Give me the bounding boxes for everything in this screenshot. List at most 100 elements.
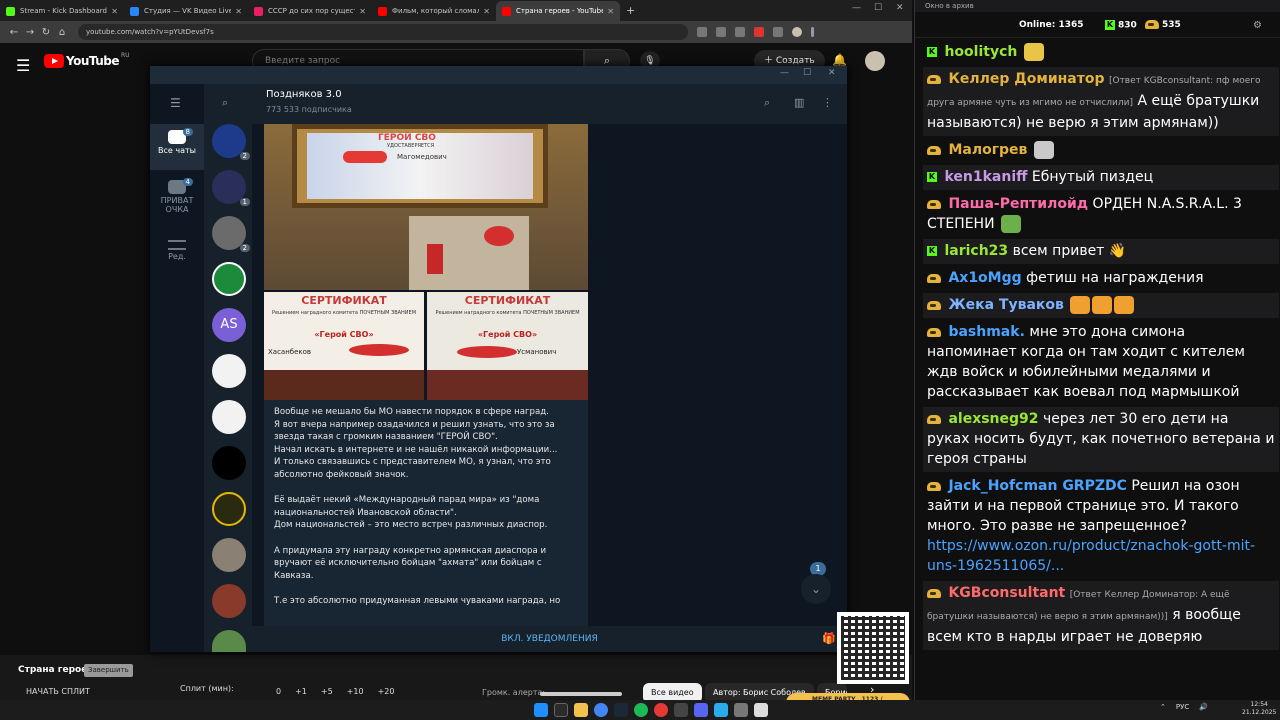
clock[interactable]: 12:54 21.12.2025: [1242, 701, 1276, 717]
folder-all-chats[interactable]: 8 Все чаты: [150, 124, 204, 170]
chat-avatar[interactable]: [212, 262, 246, 296]
tab-favicon-icon: [502, 6, 511, 16]
alert-volume-slider[interactable]: [540, 692, 622, 696]
chat-avatar[interactable]: [212, 584, 246, 618]
chat-avatar[interactable]: 1: [212, 170, 250, 206]
folder-icon[interactable]: [574, 703, 588, 717]
chat-username[interactable]: hoolitych: [944, 44, 1017, 60]
split-option[interactable]: +10: [347, 687, 364, 696]
reload-icon[interactable]: ↻: [38, 27, 54, 38]
close-icon[interactable]: ✕: [607, 7, 614, 16]
maximize-icon[interactable]: ☐: [874, 3, 882, 13]
more-icon[interactable]: ⋮: [822, 96, 833, 109]
chat-username[interactable]: Паша-Рептилойд: [948, 196, 1088, 212]
url-field[interactable]: youtube.com/watch?v=pYUtDevsf7s: [78, 24, 688, 40]
finish-button[interactable]: Завершить: [84, 664, 133, 677]
chat-username[interactable]: KGBconsultant: [948, 585, 1065, 601]
chat-link[interactable]: https://www.ozon.ru/product/znachok-gott…: [927, 538, 1255, 574]
close-icon[interactable]: ✕: [828, 68, 836, 78]
chat-username[interactable]: Жека Туваков: [948, 297, 1063, 313]
search-icon[interactable]: [554, 703, 568, 717]
avatar[interactable]: [865, 51, 885, 71]
bell-icon[interactable]: 🔔: [832, 53, 847, 67]
minimize-icon[interactable]: —: [780, 68, 789, 78]
chat-avatar[interactable]: [212, 354, 246, 388]
chat-username[interactable]: larich23: [944, 243, 1008, 259]
certificate-sub: УДОСТАВЕРЯЕТСЯ: [387, 143, 435, 149]
chat-username[interactable]: alexsneg92: [948, 411, 1038, 427]
home-icon[interactable]: ⌂: [54, 27, 70, 38]
browser-tab[interactable]: СССР до сих пор существует / ✕: [248, 1, 372, 21]
maximize-icon[interactable]: ☐: [803, 68, 811, 78]
gift-icon[interactable]: 🎁: [822, 632, 836, 645]
search-icon[interactable]: ⌕: [222, 96, 228, 110]
app-icon[interactable]: [754, 703, 768, 717]
browser-tab[interactable]: Студия — VK Видео Live ✕: [124, 1, 248, 21]
app-icon[interactable]: [674, 703, 688, 717]
chat-avatar-initials[interactable]: AS: [212, 308, 246, 342]
extension-icon[interactable]: [754, 27, 764, 37]
volume-icon[interactable]: 🔊: [1199, 703, 1208, 711]
chevron-up-icon[interactable]: ⌃: [1160, 703, 1166, 711]
browser-tab[interactable]: Страна героев - YouTube ✕: [496, 1, 620, 21]
extension-icon[interactable]: [716, 27, 726, 37]
close-icon[interactable]: ✕: [896, 3, 904, 13]
close-icon[interactable]: ✕: [111, 7, 118, 16]
chat-avatar[interactable]: 2: [212, 216, 250, 252]
chat-avatar[interactable]: [212, 446, 246, 480]
channel-header[interactable]: Поздняков 3.0 773 533 подписчика ⌕ ▥ ⋮: [252, 84, 847, 124]
split-start-button[interactable]: НАЧАТЬ СПЛИТ: [26, 687, 90, 696]
chat-username[interactable]: Ax1oMgg: [948, 270, 1021, 286]
notifications-button[interactable]: ВКЛ. УВЕДОМЛЕНИЯ: [252, 626, 847, 652]
back-icon[interactable]: ←: [6, 27, 22, 38]
chat-avatar[interactable]: [212, 492, 246, 526]
close-icon[interactable]: ✕: [359, 7, 366, 16]
language-indicator[interactable]: РУС: [1176, 703, 1189, 711]
close-icon[interactable]: ✕: [483, 7, 490, 16]
app-icon[interactable]: [654, 703, 668, 717]
extension-icon[interactable]: [773, 27, 783, 37]
close-icon[interactable]: ✕: [235, 7, 242, 16]
post-photo[interactable]: СЕРТИФИКАТ Решением наградного комитета …: [427, 292, 588, 400]
sidebar-toggle-icon[interactable]: ▥: [794, 96, 804, 109]
chat-username[interactable]: Jack_Hofcman GRPZDC: [948, 478, 1126, 494]
chat-avatar[interactable]: [212, 538, 246, 572]
forward-icon[interactable]: →: [22, 27, 38, 38]
chrome-icon[interactable]: [594, 703, 608, 717]
bookmark-icon[interactable]: [735, 27, 745, 37]
chat-username[interactable]: ken1kaniff: [944, 169, 1027, 185]
menu-icon[interactable]: [811, 27, 814, 37]
chat-avatar[interactable]: [212, 630, 246, 652]
chat-username[interactable]: bashmak.: [948, 324, 1024, 340]
minimize-icon[interactable]: —: [852, 3, 861, 13]
settings-icon[interactable]: ⚙: [1253, 20, 1262, 31]
hamburger-icon[interactable]: ☰: [170, 96, 181, 110]
extension-icon[interactable]: [697, 27, 707, 37]
scroll-down-button[interactable]: ⌄: [801, 574, 831, 604]
chat-username[interactable]: Малогрев: [948, 142, 1027, 158]
chat-avatar[interactable]: 2: [212, 124, 250, 160]
discord-icon[interactable]: [694, 703, 708, 717]
windows-icon[interactable]: [534, 703, 548, 717]
folder-private[interactable]: 4 ПРИВАТ ОЧКА: [150, 174, 204, 230]
chat-avatar[interactable]: [212, 400, 246, 434]
chat-username[interactable]: Келлер Доминатор: [948, 71, 1104, 87]
app-icon[interactable]: [734, 703, 748, 717]
telegram-icon[interactable]: [714, 703, 728, 717]
folder-edit[interactable]: Ред.: [150, 234, 204, 270]
profile-icon[interactable]: [792, 27, 802, 37]
browser-tab[interactable]: Фильм, который сломал Том✕: [372, 1, 496, 21]
split-option[interactable]: 0: [276, 687, 281, 696]
post-photo[interactable]: ГЕРОЙ СВО УДОСТАВЕРЯЕТСЯ Магомедович: [264, 124, 588, 290]
menu-icon[interactable]: ☰: [16, 56, 30, 75]
youtube-logo[interactable]: YouTube RU: [44, 52, 130, 68]
search-icon[interactable]: ⌕: [764, 96, 770, 110]
split-option[interactable]: +5: [321, 687, 333, 696]
post-photo[interactable]: СЕРТИФИКАТ Решением наградного комитета …: [264, 292, 424, 400]
split-option[interactable]: +1: [295, 687, 307, 696]
browser-tab[interactable]: Stream - Kick Dashboard ✕: [0, 1, 124, 21]
split-option[interactable]: +20: [378, 687, 395, 696]
new-tab-button[interactable]: +: [626, 1, 635, 21]
spotify-icon[interactable]: [634, 703, 648, 717]
steam-icon[interactable]: [614, 703, 628, 717]
